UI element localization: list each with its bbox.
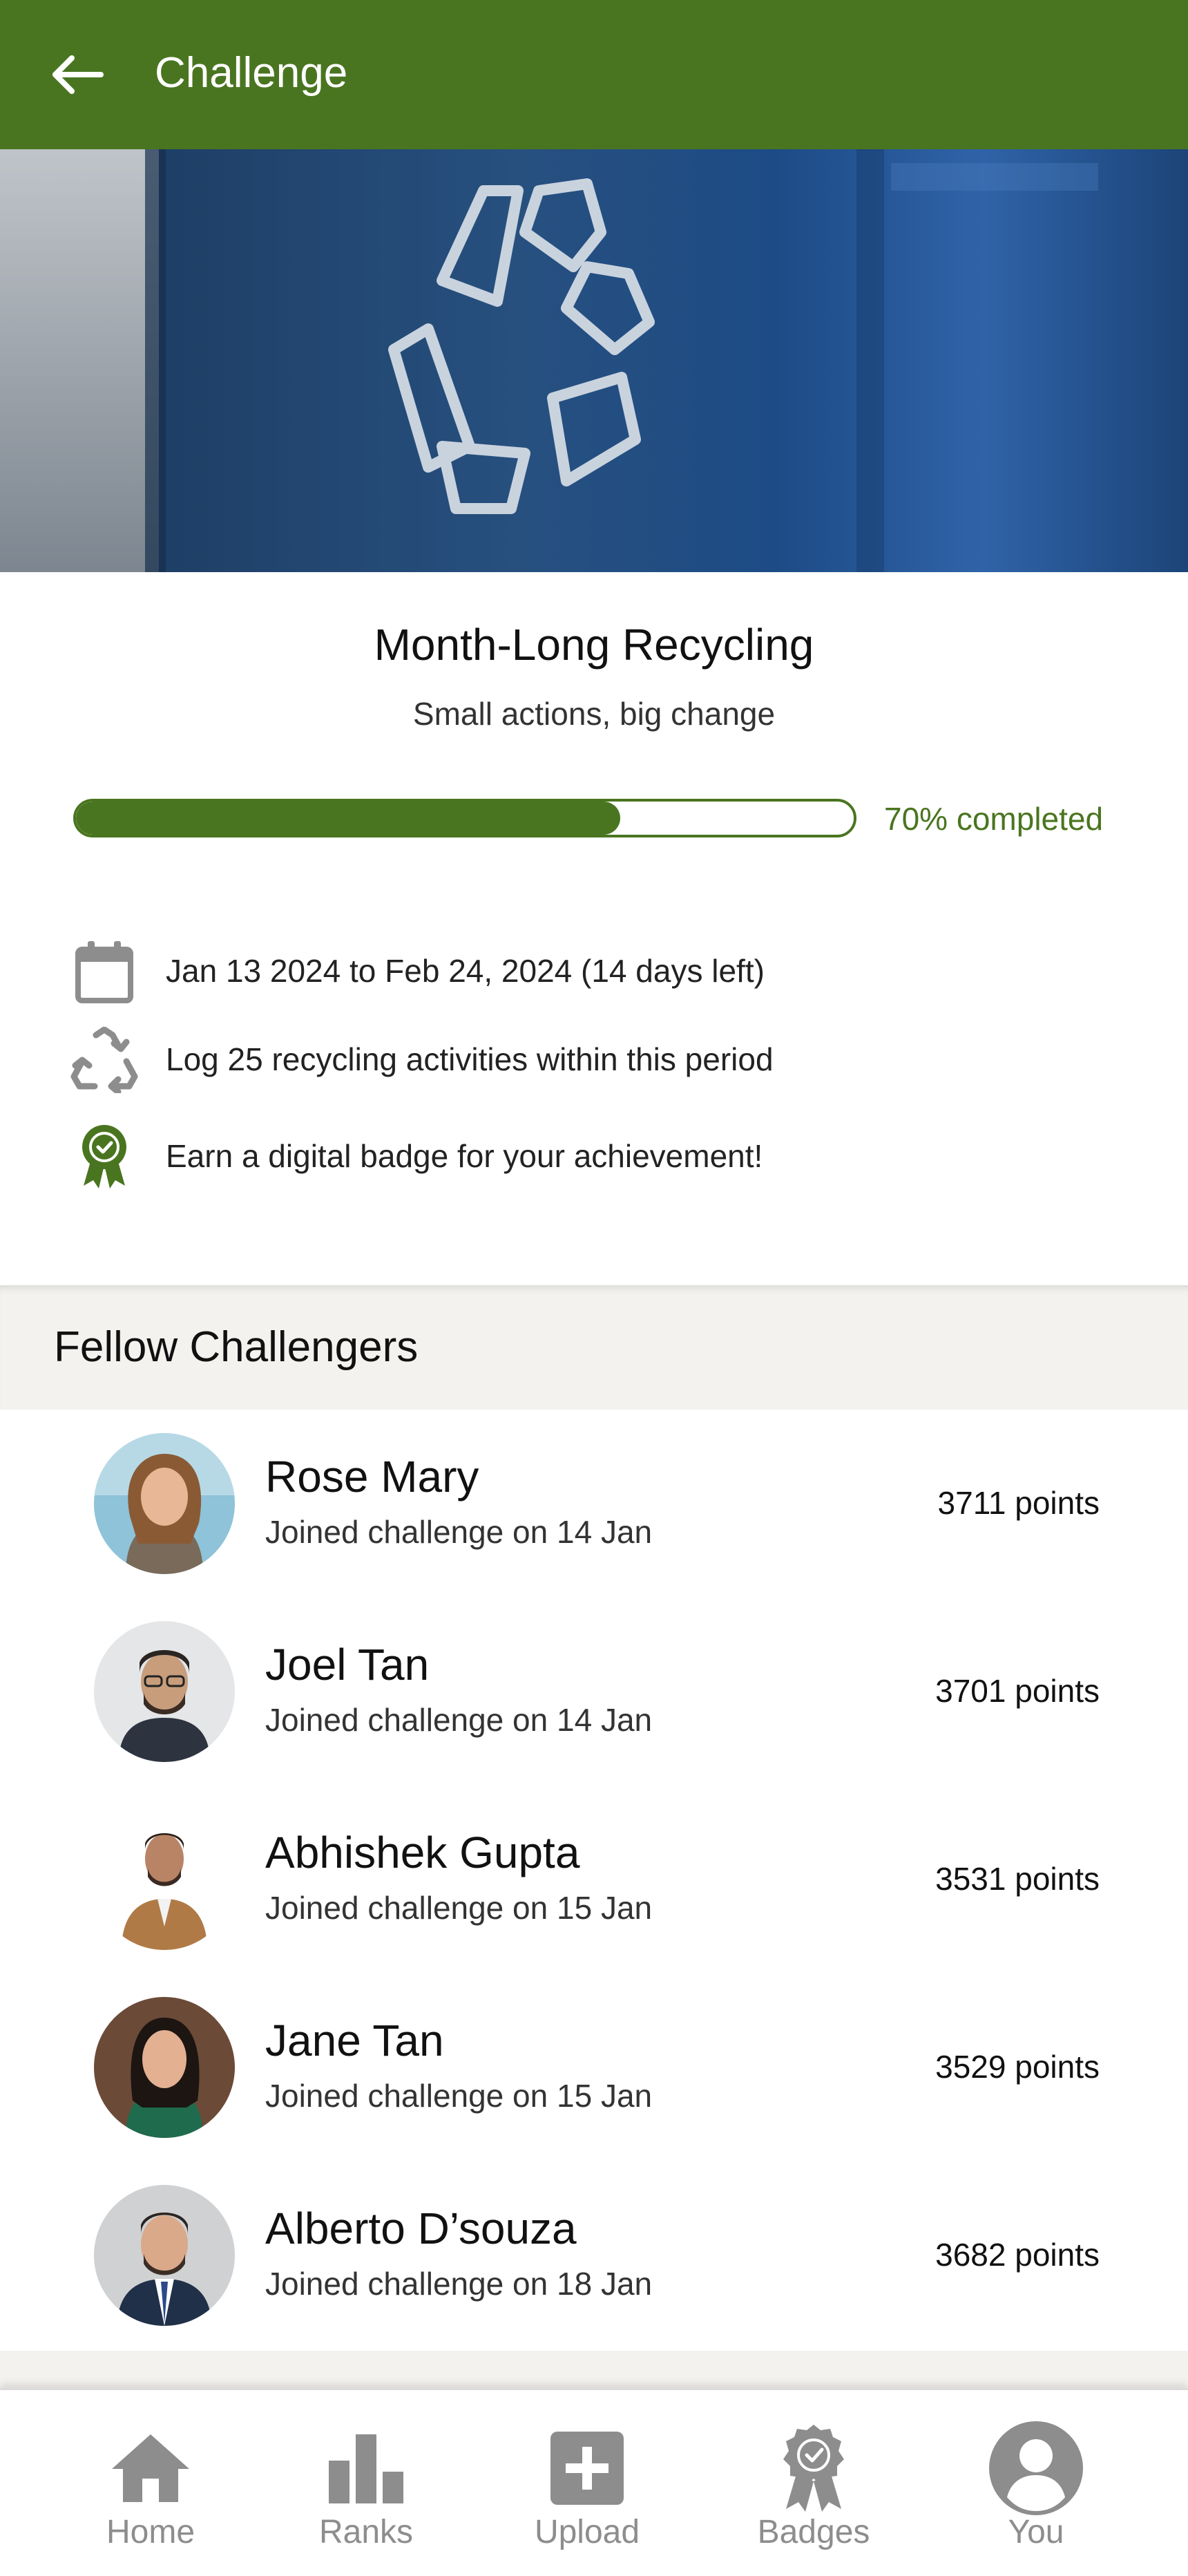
- challenge-title: Month-Long Recycling: [374, 620, 814, 670]
- detail-dates: Jan 13 2024 to Feb 24, 2024 (14 days lef…: [66, 937, 1144, 1006]
- points-value: 3701 points: [935, 1673, 1100, 1709]
- challenger-name: Abhishek Gupta: [265, 1828, 580, 1877]
- nav-you[interactable]: You: [953, 2390, 1119, 2576]
- user-icon: [988, 2421, 1084, 2515]
- points-value: 3529 points: [935, 2049, 1100, 2085]
- detail-goal: Log 25 recycling activities within this …: [66, 1025, 1144, 1095]
- page-title: Challenge: [155, 49, 348, 97]
- section-header: Fellow Challengers: [0, 1285, 1188, 1410]
- nav-label: Home: [106, 2514, 195, 2550]
- joined-date: Joined challenge on 14 Jan: [265, 1702, 653, 1738]
- arrow-left-icon: [52, 55, 104, 94]
- nav-home[interactable]: Home: [68, 2390, 233, 2576]
- calendar-icon: [66, 937, 142, 1006]
- joined-date: Joined challenge on 15 Jan: [265, 2078, 653, 2114]
- badge-icon: [66, 1122, 142, 1191]
- avatar: [94, 1809, 235, 1950]
- nav-label: Ranks: [318, 2514, 414, 2550]
- bottom-navigation: Home Ranks Upload Badges You: [0, 2388, 1188, 2576]
- plus-box-icon: [539, 2423, 635, 2513]
- nav-label: Badges: [757, 2514, 870, 2550]
- detail-text: Earn a digital badge for your achievemen…: [166, 1138, 763, 1174]
- joined-date: Joined challenge on 18 Jan: [265, 2266, 653, 2302]
- list-item[interactable]: Alberto D’souza Joined challenge on 18 J…: [0, 2161, 1188, 2349]
- nav-upload[interactable]: Upload: [504, 2390, 670, 2576]
- list-item[interactable]: Jane Tan Joined challenge on 15 Jan 3529…: [0, 1973, 1188, 2161]
- nav-ranks[interactable]: Ranks: [283, 2390, 449, 2576]
- challenger-name: Rose Mary: [265, 1452, 479, 1502]
- app-root: Challenge Month-Long Recycling Small act…: [0, 0, 1188, 2576]
- nav-badges[interactable]: Badges: [731, 2390, 897, 2576]
- list-item[interactable]: Joel Tan Joined challenge on 14 Jan 3701…: [0, 1598, 1188, 1786]
- points-value: 3531 points: [935, 1861, 1100, 1897]
- list-divider: [0, 2351, 1188, 2388]
- challenger-name: Joel Tan: [265, 1640, 430, 1689]
- challenge-subtitle: Small actions, big change: [412, 696, 776, 732]
- section-title: Fellow Challengers: [54, 1323, 419, 1371]
- list-item[interactable]: Rose Mary Joined challenge on 14 Jan 371…: [0, 1410, 1188, 1598]
- progress-label: 70% completed: [884, 801, 1104, 837]
- points-value: 3711 points: [937, 1485, 1100, 1521]
- avatar: [94, 1433, 235, 1574]
- list-item[interactable]: Abhishek Gupta Joined challenge on 15 Ja…: [0, 1786, 1188, 1973]
- progress-bar: [73, 799, 856, 837]
- nav-label: Upload: [534, 2514, 640, 2550]
- back-button[interactable]: [44, 47, 111, 102]
- progress-fill: [76, 802, 621, 835]
- avatar: [94, 1621, 235, 1762]
- hero-image: [0, 149, 1188, 572]
- badge-icon: [765, 2423, 862, 2513]
- points-value: 3682 points: [935, 2237, 1100, 2273]
- challenger-list: Rose Mary Joined challenge on 14 Jan 371…: [0, 1410, 1188, 2351]
- detail-text: Jan 13 2024 to Feb 24, 2024 (14 days lef…: [166, 953, 765, 989]
- nav-label: You: [1008, 2514, 1064, 2550]
- bar-chart-icon: [318, 2423, 414, 2513]
- recycle-icon: [66, 1025, 142, 1095]
- detail-reward: Earn a digital badge for your achievemen…: [66, 1122, 1144, 1191]
- avatar: [94, 1997, 235, 2138]
- challenge-info: Month-Long Recycling Small actions, big …: [0, 572, 1188, 1285]
- avatar: [94, 2185, 235, 2326]
- joined-date: Joined challenge on 15 Jan: [265, 1890, 653, 1926]
- challenger-name: Jane Tan: [265, 2016, 444, 2065]
- joined-date: Joined challenge on 14 Jan: [265, 1514, 653, 1550]
- detail-text: Log 25 recycling activities within this …: [166, 1041, 774, 1077]
- home-icon: [102, 2423, 199, 2513]
- top-app-bar: Challenge: [0, 0, 1188, 149]
- challenger-name: Alberto D’souza: [265, 2204, 577, 2253]
